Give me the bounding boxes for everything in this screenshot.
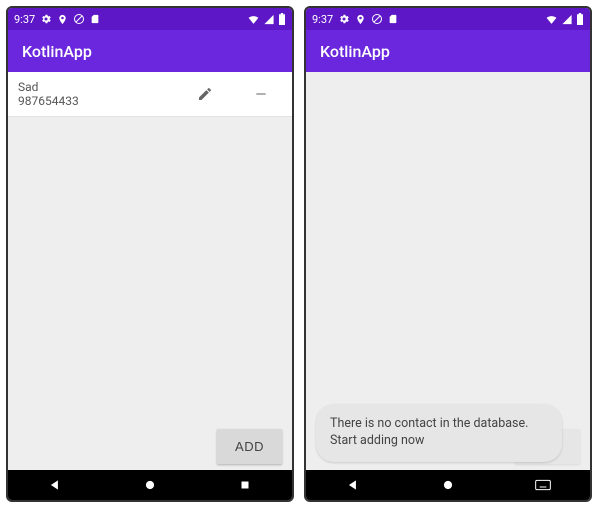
back-triangle-icon (48, 478, 62, 492)
status-right (247, 13, 286, 25)
status-time: 9:37 (14, 13, 35, 26)
contact-text: Sad 987654433 (18, 80, 174, 108)
keyboard-icon (535, 479, 551, 491)
app-bar: KotlinApp (306, 30, 590, 72)
wifi-icon (247, 14, 260, 25)
edit-button[interactable] (180, 80, 230, 108)
toast-message: There is no contact in the database. Sta… (316, 404, 562, 462)
status-left: 9:37 (14, 13, 100, 26)
back-triangle-icon (346, 478, 360, 492)
nav-home-button[interactable] (428, 470, 468, 500)
device-right: 9:37 KotlinAp (304, 6, 592, 502)
nav-keyboard-button[interactable] (523, 470, 563, 500)
nav-recent-button[interactable] (225, 470, 265, 500)
nav-back-button[interactable] (333, 470, 373, 500)
app-bar: KotlinApp (8, 30, 292, 72)
status-bar: 9:37 (8, 8, 292, 30)
nav-home-button[interactable] (130, 470, 170, 500)
recent-square-icon (239, 479, 251, 491)
gear-icon (40, 13, 52, 25)
signal-icon (561, 14, 573, 25)
nav-bar (306, 470, 590, 500)
location-icon (355, 14, 366, 25)
contact-name: Sad (18, 80, 174, 94)
status-right (545, 13, 584, 25)
home-circle-icon (441, 478, 455, 492)
content-area: Sad 987654433 ADD (8, 72, 292, 470)
app-title: KotlinApp (22, 42, 92, 61)
app-title: KotlinApp (320, 42, 390, 61)
add-button[interactable]: ADD (217, 429, 282, 464)
status-time: 9:37 (312, 13, 333, 26)
status-bar: 9:37 (306, 8, 590, 30)
gear-icon (338, 13, 350, 25)
device-left: 9:37 KotlinAp (6, 6, 294, 502)
home-circle-icon (143, 478, 157, 492)
battery-icon (576, 13, 584, 25)
location-icon (57, 14, 68, 25)
wifi-icon (545, 14, 558, 25)
contact-number: 987654433 (18, 94, 174, 108)
delete-button[interactable] (236, 80, 286, 108)
battery-icon (278, 13, 286, 25)
sd-icon (388, 13, 398, 25)
contact-row[interactable]: Sad 987654433 (8, 72, 292, 117)
no-icon (371, 13, 383, 25)
pencil-icon (197, 86, 213, 102)
minus-icon (253, 86, 269, 102)
nav-bar (8, 470, 292, 500)
no-icon (73, 13, 85, 25)
sd-icon (90, 13, 100, 25)
nav-back-button[interactable] (35, 470, 75, 500)
content-area: ADD There is no contact in the database.… (306, 72, 590, 470)
signal-icon (263, 14, 275, 25)
status-left: 9:37 (312, 13, 398, 26)
